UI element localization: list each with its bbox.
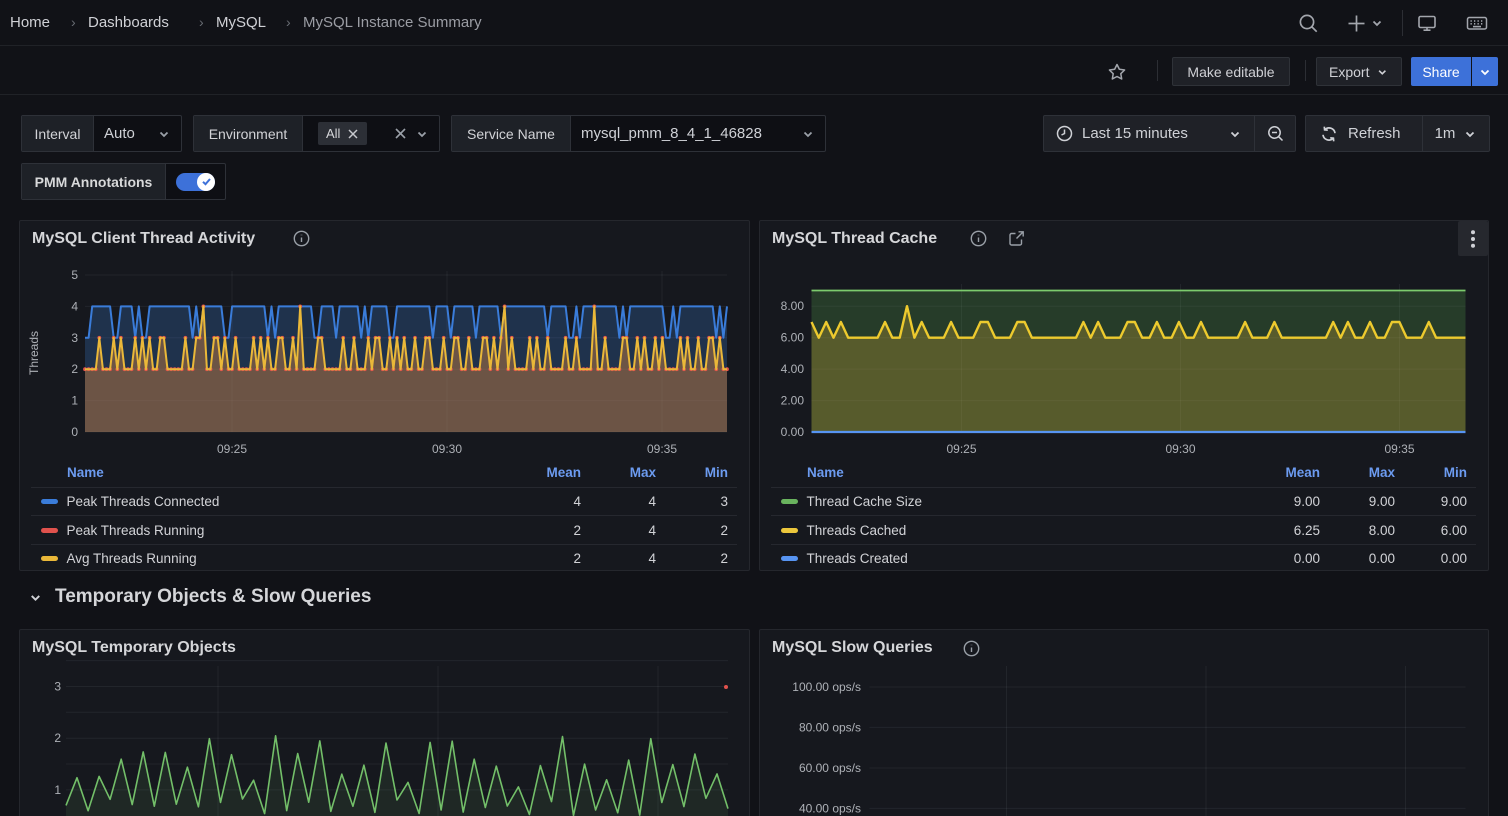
svg-text:3: 3 xyxy=(71,331,78,345)
svg-text:3: 3 xyxy=(54,680,61,694)
svg-text:Threads: Threads xyxy=(27,331,41,375)
svg-text:4.00: 4.00 xyxy=(781,362,805,376)
svg-text:1: 1 xyxy=(54,783,61,797)
svg-text:2: 2 xyxy=(71,362,78,376)
svg-text:60.00 ops/s: 60.00 ops/s xyxy=(799,761,861,775)
svg-text:100.00 ops/s: 100.00 ops/s xyxy=(792,680,861,694)
svg-text:09:30: 09:30 xyxy=(1165,442,1195,456)
svg-text:80.00 ops/s: 80.00 ops/s xyxy=(799,720,861,734)
svg-text:09:30: 09:30 xyxy=(432,442,462,456)
svg-text:4: 4 xyxy=(71,299,78,313)
svg-text:0.00: 0.00 xyxy=(781,425,805,439)
svg-text:5: 5 xyxy=(71,268,78,282)
svg-text:09:25: 09:25 xyxy=(217,442,247,456)
svg-text:1: 1 xyxy=(71,394,78,408)
svg-text:40.00 ops/s: 40.00 ops/s xyxy=(799,801,861,815)
svg-text:8.00: 8.00 xyxy=(781,299,805,313)
svg-text:2: 2 xyxy=(54,731,61,745)
svg-text:2.00: 2.00 xyxy=(781,394,805,408)
svg-text:09:35: 09:35 xyxy=(1384,442,1414,456)
svg-text:6.00: 6.00 xyxy=(781,331,805,345)
svg-text:09:25: 09:25 xyxy=(946,442,976,456)
svg-text:09:35: 09:35 xyxy=(647,442,677,456)
svg-text:0: 0 xyxy=(71,425,78,439)
